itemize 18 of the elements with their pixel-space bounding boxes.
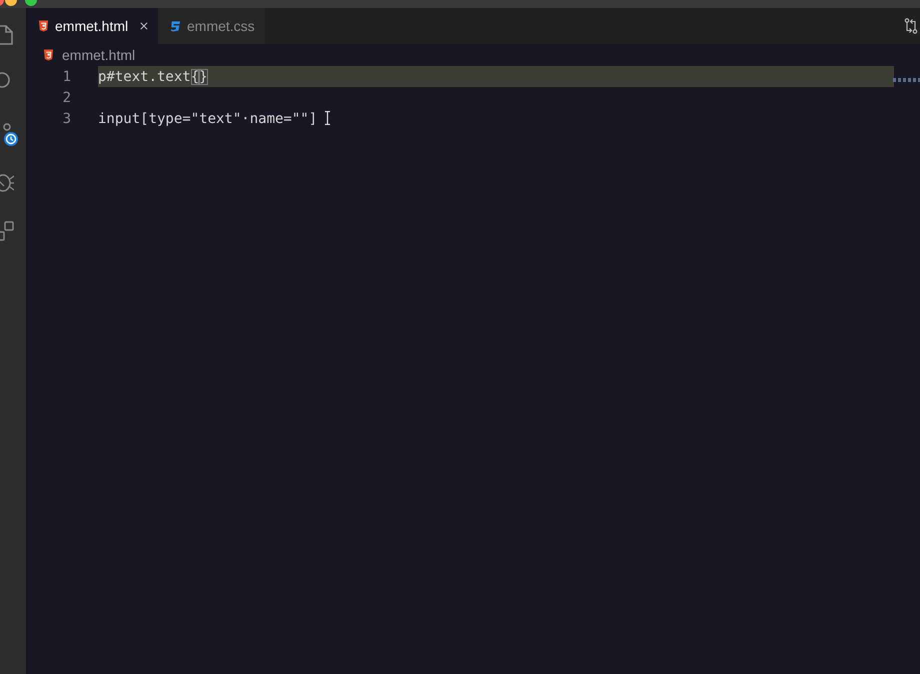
html-file-icon: [38, 20, 49, 32]
minimap: [893, 78, 920, 82]
css-file-icon: [170, 20, 181, 32]
matched-bracket: }: [199, 68, 208, 84]
code-text: p#text.text: [98, 68, 191, 84]
line-number: 3: [62, 110, 71, 126]
line-number: 1: [62, 68, 71, 84]
line-number: 2: [62, 90, 71, 106]
compare-changes-icon[interactable]: [904, 18, 918, 34]
close-icon[interactable]: [140, 21, 148, 31]
files-icon[interactable]: [0, 24, 14, 46]
editor-tab[interactable]: emmet.html: [26, 8, 158, 44]
matched-bracket: {: [190, 68, 200, 84]
breadcrumb-item[interactable]: emmet.html: [62, 47, 136, 63]
code-text: input[type="text"·name=""]: [98, 110, 318, 126]
editor-tab[interactable]: emmet.css: [158, 8, 265, 44]
text-cursor-icon: [324, 111, 331, 125]
html-file-icon: [43, 49, 54, 61]
